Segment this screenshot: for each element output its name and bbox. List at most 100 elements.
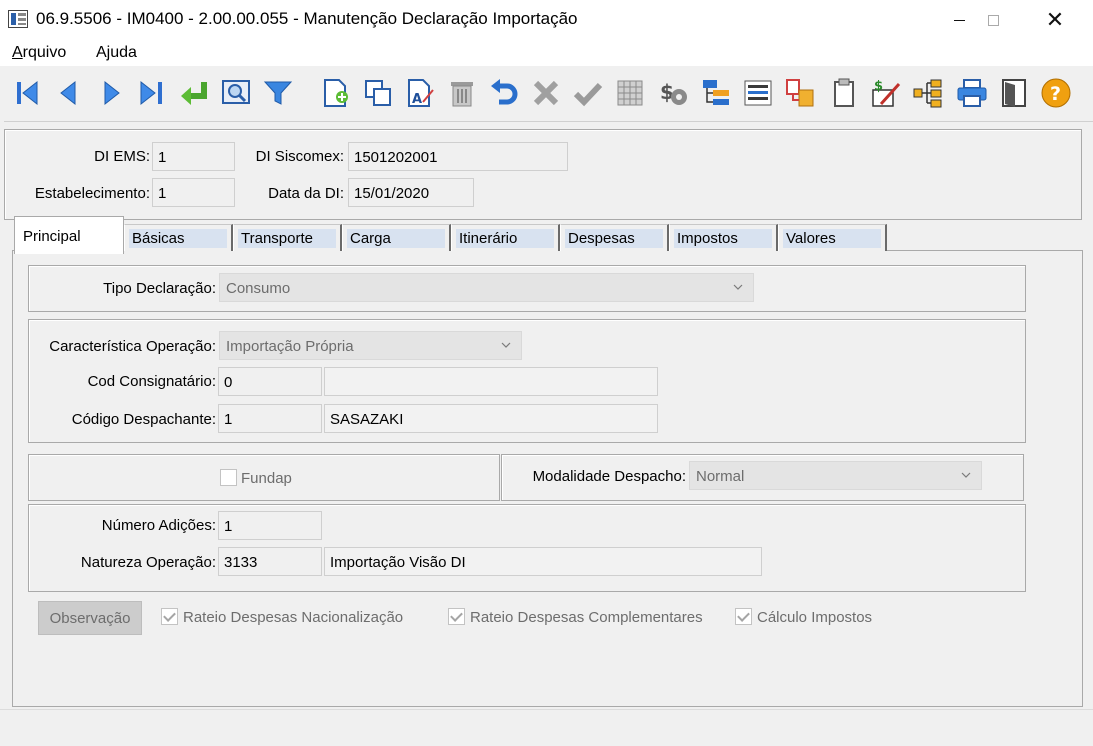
- natureza-description: Importação Visão DI: [324, 547, 762, 576]
- maximize-icon: [987, 14, 999, 26]
- tab-carga[interactable]: Carga: [342, 224, 451, 251]
- di-ems-label: DI EMS:: [94, 148, 150, 165]
- rateio-complementares-checkbox[interactable]: [448, 608, 465, 625]
- transfer-button[interactable]: [782, 74, 818, 112]
- tipo-declaracao-label: Tipo Declaração:: [103, 280, 216, 297]
- di-siscomex-label: DI Siscomex:: [255, 148, 344, 165]
- chevron-down-icon: [733, 284, 743, 290]
- delete-button[interactable]: [444, 74, 480, 112]
- copy-button[interactable]: [360, 74, 396, 112]
- natureza-label: Natureza Operação:: [80, 554, 216, 571]
- clipboard-button[interactable]: [826, 74, 862, 112]
- edit-icon: A: [408, 79, 434, 107]
- cod-consignatario-field[interactable]: 0: [218, 367, 322, 396]
- minimize-icon: [953, 19, 965, 21]
- cancel-button[interactable]: [528, 74, 564, 112]
- app-icon: [8, 10, 28, 28]
- confirm-button[interactable]: [570, 74, 606, 112]
- note-button[interactable]: $: [868, 74, 904, 112]
- codigo-despachante-field[interactable]: 1: [218, 404, 322, 433]
- help-button[interactable]: ?: [1038, 74, 1074, 112]
- chevron-down-icon: [961, 472, 971, 478]
- cost-button[interactable]: $: [656, 74, 692, 112]
- edit-button[interactable]: A: [402, 74, 438, 112]
- data-di-label: Data da DI:: [268, 185, 344, 202]
- status-bar: [0, 709, 1093, 746]
- tab-principal[interactable]: Principal: [14, 216, 124, 254]
- filter-button[interactable]: [260, 74, 296, 112]
- next-record-button[interactable]: [94, 74, 130, 112]
- undo-button[interactable]: [486, 74, 522, 112]
- tab-valores[interactable]: Valores: [778, 224, 887, 251]
- goto-button[interactable]: [176, 74, 212, 112]
- rateio-nacionalizacao-label: Rateio Despesas Nacionalização: [183, 609, 404, 626]
- natureza-field[interactable]: 3133: [218, 547, 322, 576]
- cancel-icon: [533, 80, 559, 106]
- tree-button[interactable]: [698, 74, 734, 112]
- goto-icon: [181, 82, 207, 105]
- structure-icon: [913, 79, 942, 108]
- clipboard-icon: [834, 78, 854, 107]
- svg-text:$: $: [874, 79, 883, 94]
- cod-consignatario-label: Cod Consignatário:: [87, 373, 216, 390]
- search-icon: [222, 80, 250, 104]
- di-ems-field[interactable]: 1: [152, 142, 235, 171]
- chevron-down-icon: [501, 342, 511, 348]
- menu-bar: [0, 40, 1093, 66]
- transfer-icon: [786, 79, 814, 107]
- calendar-icon: [617, 80, 643, 106]
- first-icon: [17, 80, 38, 106]
- structure-button[interactable]: [910, 74, 946, 112]
- tab-basicas[interactable]: Básicas: [124, 224, 233, 251]
- last-icon: [140, 80, 162, 106]
- di-siscomex-field[interactable]: 1501202001: [348, 142, 568, 171]
- window-title: 06.9.5506 - IM0400 - 2.00.00.055 - Manut…: [36, 9, 578, 28]
- calculo-impostos-label: Cálculo Impostos: [757, 609, 873, 626]
- menu-arquivo[interactable]: Arquivo: [12, 44, 66, 62]
- maximize-button[interactable]: [970, 0, 1016, 40]
- estabelecimento-field[interactable]: 1: [152, 178, 235, 207]
- fundap-checkbox[interactable]: [220, 469, 237, 486]
- new-icon: [324, 79, 348, 107]
- exit-button[interactable]: [996, 74, 1032, 112]
- close-icon: ✕: [1045, 7, 1065, 32]
- close-button[interactable]: ✕: [1032, 0, 1078, 40]
- next-icon: [104, 80, 120, 106]
- menu-ajuda[interactable]: Ajuda: [96, 44, 137, 62]
- calculo-impostos-checkbox[interactable]: [735, 608, 752, 625]
- exit-icon: [1002, 79, 1026, 107]
- first-record-button[interactable]: [10, 74, 46, 112]
- new-button[interactable]: [318, 74, 354, 112]
- tab-transporte[interactable]: Transporte: [233, 224, 342, 251]
- list-icon: [744, 80, 772, 106]
- codigo-despachante-label: Código Despachante:: [71, 411, 216, 428]
- modalidade-select[interactable]: Normal: [689, 461, 982, 490]
- svg-text:?: ?: [1050, 83, 1061, 105]
- tab-despesas[interactable]: Despesas: [560, 224, 669, 251]
- tree-icon: [703, 80, 729, 105]
- caracteristica-select[interactable]: Importação Própria: [219, 331, 522, 360]
- observacao-button[interactable]: Observação: [38, 601, 142, 635]
- last-record-button[interactable]: [134, 74, 170, 112]
- caracteristica-label: Característica Operação:: [49, 338, 216, 355]
- undo-icon: [491, 79, 518, 105]
- tab-itinerario[interactable]: Itinerário: [451, 224, 560, 251]
- calendar-button[interactable]: [612, 74, 648, 112]
- cost-icon: $: [660, 80, 687, 105]
- numero-adicoes-field[interactable]: 1: [218, 511, 322, 540]
- data-di-field[interactable]: 15/01/2020: [348, 178, 474, 207]
- tab-impostos[interactable]: Impostos: [669, 224, 778, 251]
- tipo-declaracao-select[interactable]: Consumo: [219, 273, 754, 302]
- rateio-complementares-label: Rateio Despesas Complementares: [470, 609, 703, 626]
- fundap-label: Fundap: [241, 470, 292, 487]
- rateio-nacionalizacao-checkbox[interactable]: [161, 608, 178, 625]
- print-button[interactable]: [954, 74, 990, 112]
- save-icon: [573, 82, 603, 107]
- filter-icon: [263, 81, 293, 105]
- previous-record-button[interactable]: [50, 74, 86, 112]
- list-button[interactable]: [740, 74, 776, 112]
- print-icon: [957, 79, 987, 107]
- estabelecimento-label: Estabelecimento:: [34, 185, 150, 202]
- search-button[interactable]: [218, 74, 254, 112]
- despachante-description: SASAZAKI: [324, 404, 658, 433]
